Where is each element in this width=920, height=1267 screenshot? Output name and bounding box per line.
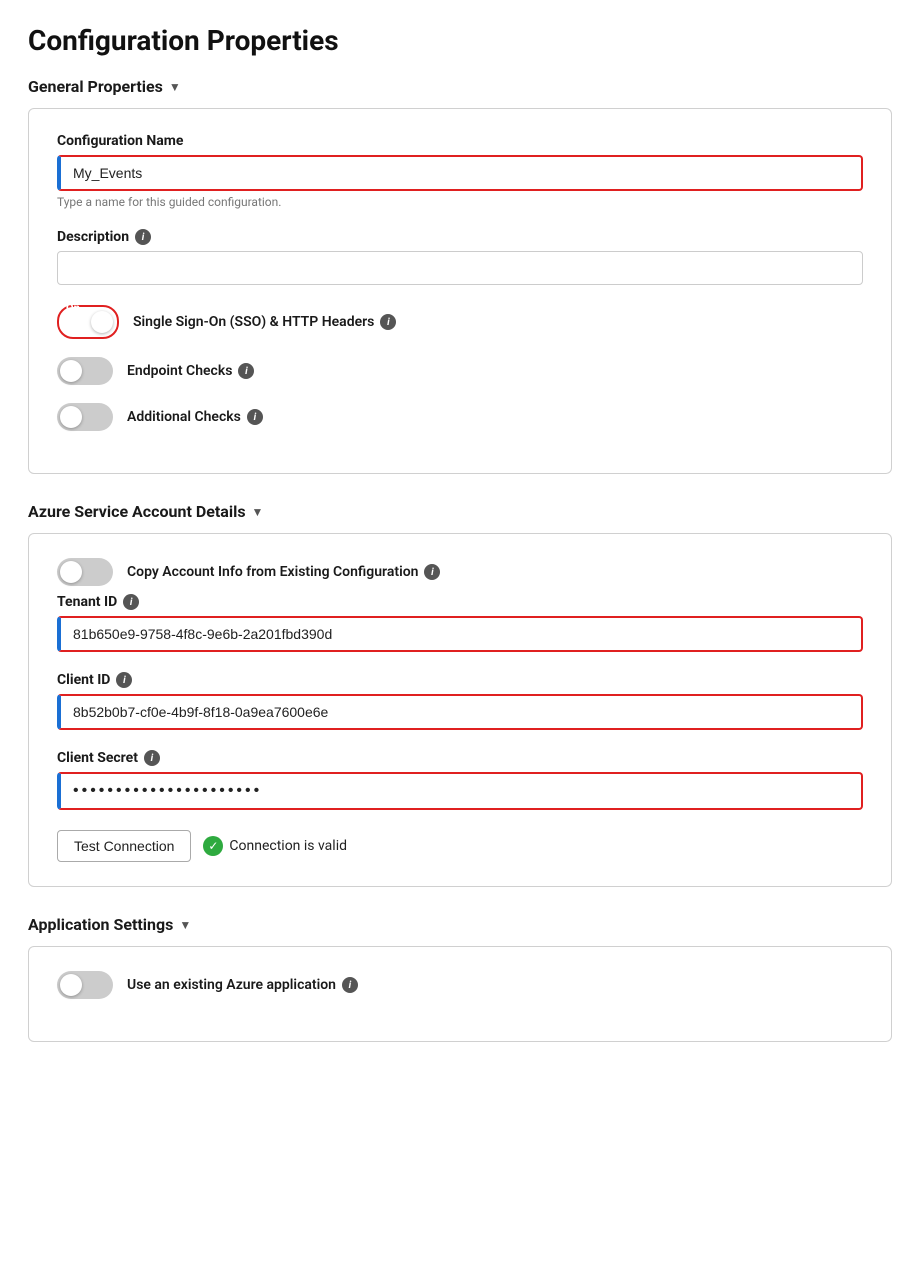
general-properties-chevron-icon: ▼ (169, 80, 181, 94)
copy-account-label-text: Copy Account Info from Existing Configur… (127, 564, 418, 580)
config-name-input[interactable] (57, 155, 863, 191)
connection-status: ✓ Connection is valid (203, 836, 347, 856)
additional-checks-label-text: Additional Checks (127, 409, 241, 425)
config-name-label: Configuration Name (57, 133, 863, 149)
additional-checks-info-icon[interactable]: i (247, 409, 263, 425)
sso-info-icon[interactable]: i (380, 314, 396, 330)
use-existing-knob (60, 974, 82, 996)
client-secret-label: Client Secret (57, 750, 138, 766)
use-existing-info-icon[interactable]: i (342, 977, 358, 993)
azure-section-label: Azure Service Account Details (28, 502, 246, 521)
client-secret-info-icon[interactable]: i (144, 750, 160, 766)
tenant-id-input[interactable] (57, 616, 863, 652)
description-label: Description (57, 229, 129, 245)
config-name-hint: Type a name for this guided configuratio… (57, 195, 863, 209)
client-id-label: Client ID (57, 672, 110, 688)
check-icon: ✓ (208, 839, 218, 853)
sso-on-label: On (66, 302, 80, 315)
endpoint-checks-label: Endpoint Checks i (127, 363, 254, 379)
azure-service-account-card: Copy Account Info from Existing Configur… (28, 533, 892, 887)
copy-account-toggle-row: Copy Account Info from Existing Configur… (57, 558, 863, 586)
app-settings-label: Application Settings (28, 915, 173, 934)
sso-toggle-border: On (57, 305, 119, 339)
use-existing-toggle-wrap (57, 971, 113, 999)
sso-toggle-row: On Single Sign-On (SSO) & HTTP Headers i (57, 305, 863, 339)
general-properties-label: General Properties (28, 77, 163, 96)
client-id-info-icon[interactable]: i (116, 672, 132, 688)
app-settings-chevron-icon: ▼ (179, 918, 191, 932)
client-secret-label-row: Client Secret i (57, 750, 863, 766)
client-id-group: Client ID i (57, 672, 863, 730)
use-existing-label: Use an existing Azure application i (127, 977, 358, 993)
test-connection-row: Test Connection ✓ Connection is valid (57, 830, 863, 862)
sso-toggle-label: Single Sign-On (SSO) & HTTP Headers i (133, 314, 396, 330)
description-input[interactable] (57, 251, 863, 285)
copy-account-label: Copy Account Info from Existing Configur… (127, 564, 440, 580)
copy-account-toggle-wrap (57, 558, 113, 586)
description-group: Description i (57, 229, 863, 285)
azure-section-chevron-icon: ▼ (252, 505, 264, 519)
client-id-label-row: Client ID i (57, 672, 863, 688)
client-secret-group: Client Secret i (57, 750, 863, 810)
endpoint-checks-toggle[interactable] (57, 357, 113, 385)
description-info-icon[interactable]: i (135, 229, 151, 245)
tenant-id-label: Tenant ID (57, 594, 117, 610)
app-settings-card: Use an existing Azure application i (28, 946, 892, 1042)
tenant-id-label-row: Tenant ID i (57, 594, 863, 610)
test-connection-button[interactable]: Test Connection (57, 830, 191, 862)
copy-account-knob (60, 561, 82, 583)
tenant-id-info-icon[interactable]: i (123, 594, 139, 610)
use-existing-toggle[interactable] (57, 971, 113, 999)
sso-label-text: Single Sign-On (SSO) & HTTP Headers (133, 314, 374, 330)
tenant-id-group: Tenant ID i (57, 594, 863, 652)
client-secret-input[interactable] (57, 772, 863, 810)
sso-toggle-knob (91, 311, 113, 333)
description-label-row: Description i (57, 229, 863, 245)
endpoint-checks-knob (60, 360, 82, 382)
app-settings-header[interactable]: Application Settings ▼ (28, 915, 892, 934)
general-properties-header[interactable]: General Properties ▼ (28, 77, 892, 96)
copy-account-info-icon[interactable]: i (424, 564, 440, 580)
connection-valid-icon: ✓ (203, 836, 223, 856)
copy-account-toggle[interactable] (57, 558, 113, 586)
endpoint-checks-toggle-wrap (57, 357, 113, 385)
additional-checks-knob (60, 406, 82, 428)
additional-checks-toggle[interactable] (57, 403, 113, 431)
config-name-group: Configuration Name Type a name for this … (57, 133, 863, 209)
endpoint-checks-info-icon[interactable]: i (238, 363, 254, 379)
additional-checks-toggle-wrap (57, 403, 113, 431)
client-id-input[interactable] (57, 694, 863, 730)
connection-status-text: Connection is valid (229, 838, 347, 854)
page-title: Configuration Properties (28, 24, 892, 57)
use-existing-label-text: Use an existing Azure application (127, 977, 336, 993)
additional-checks-label: Additional Checks i (127, 409, 263, 425)
endpoint-checks-label-text: Endpoint Checks (127, 363, 232, 379)
sso-toggle-wrap: On (60, 308, 116, 336)
use-existing-toggle-row: Use an existing Azure application i (57, 971, 863, 999)
azure-section-header[interactable]: Azure Service Account Details ▼ (28, 502, 892, 521)
endpoint-checks-toggle-row: Endpoint Checks i (57, 357, 863, 385)
general-properties-card: Configuration Name Type a name for this … (28, 108, 892, 474)
additional-checks-toggle-row: Additional Checks i (57, 403, 863, 431)
